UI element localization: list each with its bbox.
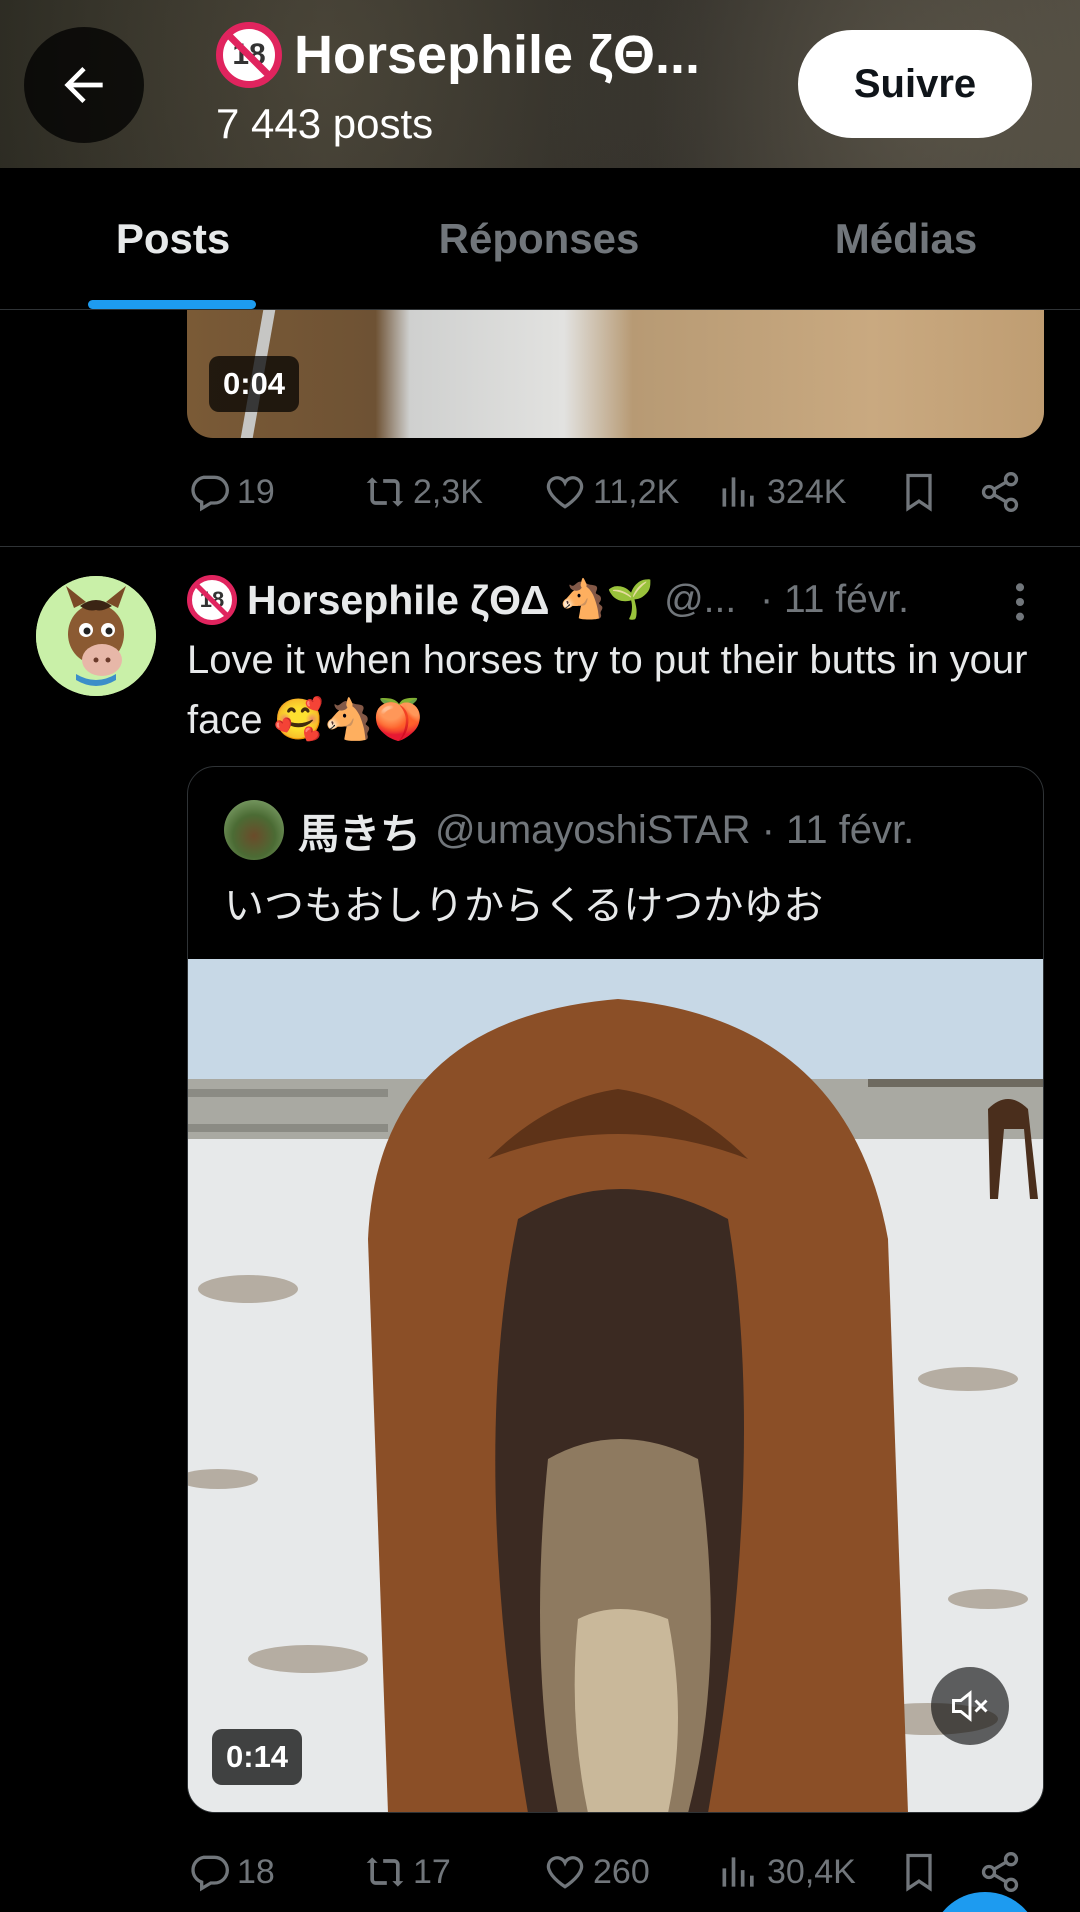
quoted-post[interactable]: 馬きち @umayoshiSTAR · 11 févr. いつもおしりからくるけ… [187, 766, 1044, 1813]
reply-button[interactable]: 18 [187, 1842, 275, 1902]
page-title: Horsephile ζΘ... [294, 25, 700, 85]
repost-count: 2,3K [413, 472, 483, 511]
bookmark-icon [906, 1853, 932, 1892]
post-divider [0, 546, 1080, 547]
author-emojis: 🐴🌱 [559, 579, 655, 621]
like-button[interactable]: 11,2K [543, 462, 679, 522]
repost-arrows-icon [366, 477, 404, 507]
header-title-row: 18 Horsephile ζΘ... [216, 22, 700, 88]
tab-media[interactable]: Médias [732, 168, 1080, 310]
avatar[interactable] [36, 576, 156, 696]
bookmark-icon [906, 473, 932, 512]
back-button[interactable] [24, 27, 144, 143]
post-count: 7 443 posts [216, 100, 434, 147]
active-tab-indicator [88, 300, 256, 309]
video-duration: 0:04 [209, 356, 300, 412]
bookmark-button[interactable] [897, 1842, 941, 1902]
share-icon [981, 472, 1019, 512]
arrow-left-icon [64, 67, 103, 103]
quote-text: いつもおしりからくるけつかゆお [224, 884, 824, 928]
post-text: Love it when horses try to put their but… [187, 638, 1028, 742]
reply-button[interactable]: 19 [187, 462, 275, 522]
heart-icon [546, 1856, 584, 1889]
repost-arrows-icon [366, 1857, 404, 1887]
post-header: 18 Horsephile ζΘΔ 🐴🌱 @... · 11 févr. [187, 568, 1080, 632]
like-button[interactable]: 260 [543, 1842, 650, 1902]
post-video[interactable]: 0:04 [187, 310, 1044, 438]
repost-button[interactable]: 2,3K [363, 462, 483, 522]
speech-bubble-icon [191, 1855, 229, 1892]
post-actions: 18 17 260 30,4K [187, 1842, 1044, 1902]
like-count: 260 [593, 1852, 650, 1891]
quote-header: 馬きち @umayoshiSTAR · 11 févr. [224, 799, 914, 861]
adult-content-badge-icon: 18 [216, 22, 282, 88]
quote-avatar [224, 800, 284, 860]
speaker-muted-icon [952, 1690, 988, 1722]
bar-chart-icon [722, 1857, 754, 1887]
vertical-dots-icon [1015, 583, 1025, 621]
follow-button[interactable]: Suivre [798, 30, 1032, 138]
tab-posts[interactable]: Posts [0, 168, 346, 310]
author-handle[interactable]: @... [664, 578, 736, 622]
video-duration: 0:14 [212, 1729, 303, 1785]
horse-rear-video-frame [188, 959, 1043, 1812]
bookmark-button[interactable] [897, 462, 941, 522]
bar-chart-icon [722, 477, 754, 507]
reply-count: 19 [237, 472, 275, 511]
view-count: 324K [767, 472, 847, 511]
quote-author-name: 馬きち [298, 811, 421, 857]
adult-content-badge-icon: 18 [187, 575, 237, 625]
horse-cartoon-avatar-icon [36, 576, 156, 696]
heart-icon [546, 476, 584, 509]
like-count: 11,2K [593, 472, 680, 511]
share-button[interactable] [978, 462, 1022, 522]
profile-header: 18 Horsephile ζΘ... 7 443 posts Suivre [0, 0, 1080, 168]
tab-replies[interactable]: Réponses [346, 168, 732, 310]
views-button[interactable]: 30,4K [717, 1842, 856, 1902]
mute-toggle-button[interactable] [931, 1667, 1009, 1745]
profile-tabs: Posts Réponses Médias [0, 168, 1080, 310]
view-count: 30,4K [767, 1852, 856, 1891]
quote-video[interactable]: 0:14 [188, 959, 1043, 1812]
views-button[interactable]: 324K [717, 462, 846, 522]
post-date[interactable]: · 11 févr. [760, 578, 909, 622]
share-icon [981, 1852, 1019, 1892]
reply-count: 18 [237, 1852, 275, 1891]
repost-button[interactable]: 17 [363, 1842, 451, 1902]
post-actions: 19 2,3K 11,2K 324K [187, 462, 1044, 522]
quote-meta: @umayoshiSTAR · 11 févr. [435, 807, 915, 852]
author-name[interactable]: Horsephile ζΘΔ [247, 577, 549, 624]
repost-count: 17 [413, 1852, 451, 1891]
speech-bubble-icon [191, 475, 229, 512]
more-options-button[interactable] [1005, 580, 1035, 629]
